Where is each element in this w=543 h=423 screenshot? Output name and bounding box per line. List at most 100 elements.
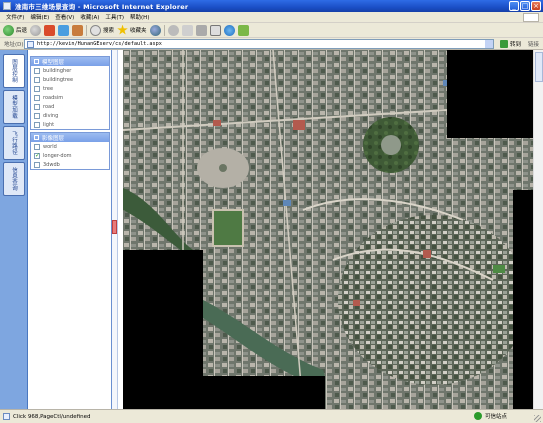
- ie-button[interactable]: [223, 24, 235, 36]
- ie-icon: [223, 24, 235, 36]
- minimize-button[interactable]: _: [509, 1, 519, 11]
- back-button[interactable]: 后退: [3, 24, 27, 36]
- home-icon: [72, 24, 84, 36]
- layer-item[interactable]: light: [31, 120, 109, 129]
- window-title: 淮南市三维场景查询 - Microsoft Internet Explorer: [15, 3, 189, 11]
- tab-flight-path[interactable]: 飞行路径: [3, 126, 25, 160]
- refresh-button[interactable]: [58, 24, 70, 36]
- layer-checkbox[interactable]: [34, 103, 40, 110]
- layer-checkbox[interactable]: [34, 94, 40, 101]
- layer-checkbox[interactable]: [34, 85, 40, 92]
- layer-item[interactable]: roadsim: [31, 93, 109, 102]
- layer-panel: 模型图层 buildingher buildingtree tree roads…: [28, 50, 112, 409]
- media-icon: [149, 24, 161, 36]
- address-label: 地址(D): [4, 41, 24, 48]
- address-bar: 地址(D) http://kevin/HunanGEserv/cs/defaul…: [0, 38, 543, 50]
- side-tab-strip: 图层控制 模型加载 飞行路径 信息查询: [0, 50, 28, 409]
- layer-item[interactable]: buildingher: [31, 66, 109, 75]
- toolbar: 后退 搜索 收藏夹: [0, 23, 543, 38]
- go-button[interactable]: 转到: [500, 39, 521, 49]
- tab-info-query[interactable]: 信息查询: [3, 162, 25, 196]
- menu-favorites[interactable]: 收藏(A): [80, 13, 99, 21]
- layer-item[interactable]: diving: [31, 111, 109, 120]
- layer-checkbox[interactable]: [34, 112, 40, 119]
- map-viewport[interactable]: [123, 50, 533, 409]
- layer-item[interactable]: road: [31, 102, 109, 111]
- history-button[interactable]: [167, 24, 179, 36]
- layer-checkbox[interactable]: [34, 161, 40, 168]
- star-icon: [117, 24, 128, 35]
- windows-flag-icon: [523, 13, 539, 22]
- mail-button[interactable]: [181, 24, 193, 36]
- messenger-button[interactable]: [237, 24, 249, 36]
- collapse-icon: [34, 59, 39, 64]
- favorites-label: 收藏夹: [130, 28, 147, 34]
- history-icon: [167, 24, 179, 36]
- print-button[interactable]: [195, 24, 207, 36]
- layer-item[interactable]: world: [31, 142, 109, 151]
- search-button[interactable]: 搜索: [90, 24, 114, 36]
- collapse-icon: [34, 135, 39, 140]
- messenger-icon: [237, 24, 249, 36]
- menu-file[interactable]: 文件(F): [6, 13, 24, 21]
- links-label[interactable]: 链接: [528, 40, 539, 48]
- model-group-title: 模型图层: [42, 59, 65, 66]
- address-input[interactable]: http://kevin/HunanGEserv/cs/default.aspx: [24, 39, 494, 49]
- layer-label: roadsim: [43, 94, 64, 101]
- tab-model-load[interactable]: 模型加载: [3, 90, 25, 124]
- layer-item[interactable]: 3dwdb: [31, 160, 109, 169]
- layer-label: buildingtree: [43, 76, 74, 83]
- image-group-header[interactable]: 影像图层: [31, 133, 109, 142]
- security-zone: 可信站点: [474, 412, 507, 420]
- edit-button[interactable]: [209, 24, 221, 36]
- refresh-icon: [58, 24, 70, 36]
- toolbar-separator: [163, 24, 165, 36]
- layer-checkbox[interactable]: [34, 121, 40, 128]
- back-arrow-icon: [3, 24, 14, 36]
- model-layer-group: 模型图层 buildingher buildingtree tree roads…: [30, 56, 110, 130]
- resize-grip-icon[interactable]: [534, 415, 541, 422]
- go-arrow-icon: [500, 40, 508, 48]
- trusted-zone-icon: [474, 412, 482, 420]
- status-bar: Click 968,PageCtl/undefined 可信站点: [0, 409, 543, 423]
- layer-checkbox[interactable]: [34, 152, 40, 159]
- layer-checkbox[interactable]: [34, 143, 40, 150]
- status-text: Click 968,PageCtl/undefined: [13, 413, 91, 420]
- layer-item[interactable]: longer-dom: [31, 151, 109, 160]
- maximize-button[interactable]: □: [520, 1, 530, 11]
- menu-tools[interactable]: 工具(T): [105, 13, 124, 21]
- layer-label: world: [43, 143, 57, 150]
- stop-button[interactable]: [44, 24, 56, 36]
- menu-view[interactable]: 查看(V): [55, 13, 74, 21]
- layer-checkbox[interactable]: [34, 67, 40, 74]
- vertical-scrollbar[interactable]: [533, 50, 543, 409]
- menu-help[interactable]: 帮助(H): [130, 13, 149, 21]
- window-controls: _ □ ×: [509, 1, 541, 11]
- address-url: http://kevin/HunanGEserv/cs/default.aspx: [37, 41, 162, 47]
- go-label: 转到: [510, 42, 522, 48]
- forward-button[interactable]: [30, 24, 42, 36]
- collapse-grip-icon[interactable]: [112, 220, 117, 234]
- chevron-down-icon[interactable]: [485, 40, 493, 48]
- layer-item[interactable]: tree: [31, 84, 109, 93]
- tab-layer-control[interactable]: 图层控制: [3, 54, 25, 88]
- page-icon: [27, 40, 34, 48]
- home-button[interactable]: [72, 24, 84, 36]
- layer-checkbox[interactable]: [34, 76, 40, 83]
- favorites-button[interactable]: 收藏夹: [117, 24, 147, 36]
- model-group-header[interactable]: 模型图层: [31, 57, 109, 66]
- aerial-imagery: [123, 50, 533, 409]
- edit-icon: [209, 24, 221, 36]
- menu-bar: 文件(F) 编辑(E) 查看(V) 收藏(A) 工具(T) 帮助(H): [0, 12, 543, 23]
- layer-label: tree: [43, 85, 54, 92]
- layer-label: road: [43, 103, 55, 110]
- layer-label: buildingher: [43, 67, 72, 74]
- panel-splitter[interactable]: [112, 50, 118, 409]
- close-button[interactable]: ×: [531, 1, 541, 11]
- layer-item[interactable]: buildingtree: [31, 75, 109, 84]
- menu-edit[interactable]: 编辑(E): [30, 13, 49, 21]
- page-icon: [3, 413, 10, 420]
- media-button[interactable]: [149, 24, 161, 36]
- mail-icon: [181, 24, 193, 36]
- scrollbar-thumb[interactable]: [535, 52, 543, 82]
